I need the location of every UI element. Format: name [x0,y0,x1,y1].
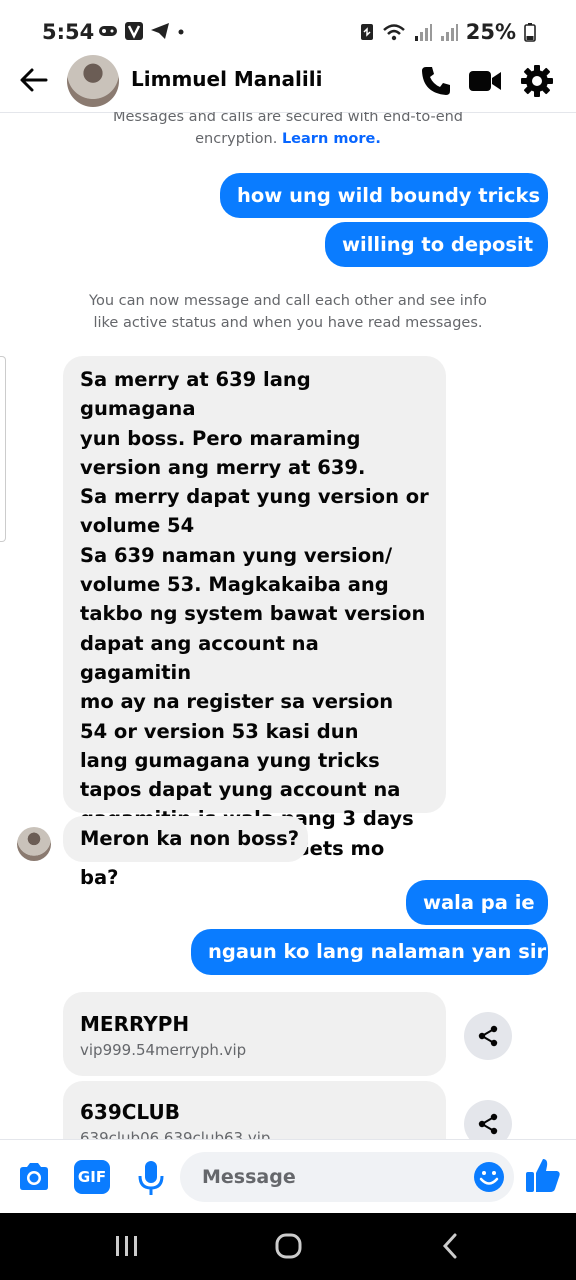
system-navigation-bar [0,1213,576,1280]
composer-bar: GIF [0,1139,576,1214]
link-title: MERRYPH [80,1012,190,1036]
outgoing-message[interactable]: wala pa ie [406,880,548,925]
outgoing-message[interactable]: ngaun ko lang nalaman yan sir [191,929,548,975]
wifi-icon [382,24,405,41]
sync-icon [360,24,373,40]
system-icons: 25% [360,20,536,44]
signal-icon [414,24,432,41]
share-icon [478,1113,498,1135]
share-button[interactable] [464,1100,512,1139]
link-preview-card[interactable]: MERRYPH vip999.54merryph.vip [63,992,446,1076]
contact-avatar[interactable] [67,55,119,107]
emoji-icon[interactable] [472,1160,506,1194]
encryption-notice: Messages and calls are secured with end-… [0,112,576,150]
conversation[interactable]: Messages and calls are secured with end-… [0,112,576,1139]
encryption-text: Messages and calls are secured with end-… [112,112,464,125]
share-button[interactable] [464,1012,512,1060]
incoming-message[interactable]: Meron ka non boss? [63,816,308,862]
telegram-icon [151,23,169,39]
scroll-indicator[interactable] [0,356,6,542]
learn-more-link[interactable]: Learn more. [282,131,381,147]
phone-icon[interactable] [417,62,455,100]
link-url: vip999.54merryph.vip [80,1041,247,1059]
outgoing-message[interactable]: willing to deposit [325,222,548,267]
home-icon[interactable] [274,1231,304,1261]
chat-header: Limmuel Manalili [0,50,576,113]
nav-back-icon[interactable] [438,1231,464,1261]
camera-icon[interactable] [16,1159,52,1195]
back-arrow-icon[interactable] [18,64,50,96]
gear-icon[interactable] [518,62,556,100]
game-notification-icon [99,26,117,36]
share-icon [478,1025,498,1047]
incoming-message[interactable]: Sa merry at 639 lang gumagana yun boss. … [63,356,446,889]
battery-percent: 25% [465,20,516,44]
video-icon[interactable] [466,62,504,100]
contact-name[interactable]: Limmuel Manalili [131,67,322,91]
sender-avatar[interactable] [17,827,51,861]
connected-text-2: like active status and when you have rea… [93,315,483,331]
connected-notice: You can now message and call each other … [0,290,576,334]
notification-icons [98,21,186,41]
mic-icon[interactable] [135,1159,167,1197]
status-time: 5:54 [42,20,95,44]
encryption-text-2: encryption. [195,131,282,147]
recent-apps-icon[interactable] [113,1231,141,1261]
signal2-icon [440,24,458,41]
v-app-icon [125,22,143,40]
dot-icon [178,29,184,35]
link-preview-card[interactable]: 639CLUB 639club06.639club63.vip [63,1081,446,1139]
outgoing-message[interactable]: how ung wild boundy tricks [220,173,548,218]
connected-text-1: You can now message and call each other … [89,293,487,309]
message-input[interactable] [180,1152,514,1202]
link-title: 639CLUB [80,1100,180,1124]
gif-icon[interactable]: GIF [74,1160,110,1194]
battery-icon [524,23,536,42]
link-url: 639club06.639club63.vip [80,1129,271,1139]
like-icon[interactable] [524,1156,562,1194]
